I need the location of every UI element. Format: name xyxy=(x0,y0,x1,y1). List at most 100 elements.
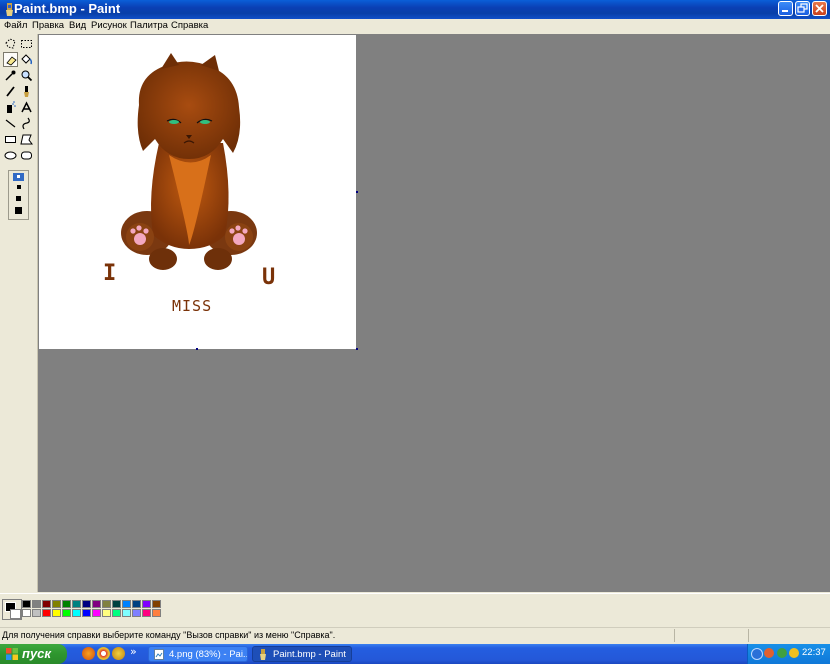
tray-network-icon[interactable] xyxy=(777,648,787,658)
status-bar: Для получения справки выберите команду "… xyxy=(0,627,830,644)
minimize-button[interactable] xyxy=(778,1,793,16)
text-icon xyxy=(21,101,32,113)
taskbar-button-paint[interactable]: Paint.bmp - Paint xyxy=(252,646,352,662)
chrome-icon[interactable] xyxy=(97,647,110,660)
tray-shield-icon[interactable] xyxy=(789,648,799,658)
menu-edit[interactable]: Правка xyxy=(32,19,64,33)
polygon-tool[interactable] xyxy=(19,132,34,147)
eraser-size-4[interactable] xyxy=(15,207,22,214)
eraser-size-3[interactable] xyxy=(16,196,21,201)
palette-swatch[interactable] xyxy=(32,609,41,617)
brush-tool[interactable] xyxy=(19,84,34,99)
palette-swatch[interactable] xyxy=(42,600,51,608)
menu-bar: Файл Правка Вид Рисунок Палитра Справка xyxy=(0,19,830,33)
palette-swatch[interactable] xyxy=(152,609,161,617)
ellipse-tool[interactable] xyxy=(3,148,18,163)
taskbar-button-png-label: 4.png (83%) - Pai... xyxy=(169,649,248,660)
pick-color-tool[interactable] xyxy=(3,68,18,83)
background-color[interactable] xyxy=(10,609,21,619)
close-button[interactable] xyxy=(812,1,827,16)
free-form-select-tool[interactable] xyxy=(3,36,18,51)
palette-swatch[interactable] xyxy=(112,609,121,617)
select-tool[interactable] xyxy=(19,36,34,51)
menu-colors[interactable]: Палитра xyxy=(130,19,168,33)
rounded-rectangle-icon xyxy=(21,151,32,160)
taskbar-button-png[interactable]: 4.png (83%) - Pai... xyxy=(148,646,248,662)
windows-logo-icon xyxy=(6,648,18,660)
ellipse-icon xyxy=(4,151,17,160)
palette-swatch[interactable] xyxy=(92,600,101,608)
tray-security-icon[interactable] xyxy=(764,648,774,658)
palette-swatch[interactable] xyxy=(52,600,61,608)
magnifier-icon xyxy=(21,70,33,82)
eraser-size-options xyxy=(8,170,29,220)
palette-swatch[interactable] xyxy=(142,600,151,608)
pencil-tool[interactable] xyxy=(3,84,18,99)
status-cell-size xyxy=(748,629,829,642)
maximize-button[interactable] xyxy=(795,1,810,16)
status-help-text: Для получения справки выберите команду "… xyxy=(2,630,336,640)
minimize-icon xyxy=(782,10,788,12)
canvas-text-i: I xyxy=(103,261,117,286)
palette-swatch[interactable] xyxy=(82,609,91,617)
rectangle-icon xyxy=(5,136,16,143)
eraser-size-1[interactable] xyxy=(13,173,24,181)
airbrush-tool[interactable] xyxy=(3,100,18,115)
palette-swatch[interactable] xyxy=(132,600,141,608)
eyedropper-icon xyxy=(5,70,16,81)
palette-swatch[interactable] xyxy=(112,600,121,608)
palette-swatch[interactable] xyxy=(62,609,71,617)
palette-swatch[interactable] xyxy=(122,609,131,617)
quicklaunch-icon[interactable] xyxy=(112,647,125,660)
canvas-resize-handle-bottom[interactable] xyxy=(196,348,198,350)
taskbar: пуск » 4.png (83%) - Pai... Paint.bmp - … xyxy=(0,644,830,664)
tray-back-icon[interactable] xyxy=(751,648,763,660)
palette-swatch[interactable] xyxy=(32,600,41,608)
palette-swatch[interactable] xyxy=(22,609,31,617)
canvas-resize-handle-right[interactable] xyxy=(356,191,358,193)
palette-swatch[interactable] xyxy=(102,600,111,608)
palette-swatch[interactable] xyxy=(122,600,131,608)
toolbox xyxy=(0,34,38,592)
palette-swatch[interactable] xyxy=(102,609,111,617)
quicklaunch-more-chevron[interactable]: » xyxy=(130,645,137,658)
palette-swatch[interactable] xyxy=(72,600,81,608)
palette-swatch[interactable] xyxy=(52,609,61,617)
airbrush-icon xyxy=(7,101,16,113)
image-file-icon xyxy=(154,649,164,660)
menu-image[interactable]: Рисунок xyxy=(91,19,127,33)
palette-swatch[interactable] xyxy=(42,609,51,617)
tray-clock: 22:37 xyxy=(802,647,826,658)
palette-swatch[interactable] xyxy=(142,609,151,617)
status-cell-coords xyxy=(674,629,749,642)
rounded-rectangle-tool[interactable] xyxy=(19,148,34,163)
palette-swatch[interactable] xyxy=(152,600,161,608)
palette-swatch[interactable] xyxy=(92,609,101,617)
menu-view[interactable]: Вид xyxy=(69,19,86,33)
magnifier-tool[interactable] xyxy=(19,68,34,83)
menu-file[interactable]: Файл xyxy=(4,19,27,33)
canvas-resize-handle-corner[interactable] xyxy=(356,348,358,350)
rectangle-tool[interactable] xyxy=(3,132,18,147)
palette-swatch[interactable] xyxy=(82,600,91,608)
menu-help[interactable]: Справка xyxy=(171,19,208,33)
fill-tool[interactable] xyxy=(19,52,34,67)
current-colors[interactable] xyxy=(2,599,22,620)
start-button[interactable]: пуск xyxy=(0,644,67,664)
palette-swatch[interactable] xyxy=(132,609,141,617)
drawing-canvas[interactable]: I U MISS xyxy=(39,35,356,349)
system-tray: 22:37 xyxy=(747,644,830,664)
close-icon xyxy=(815,4,824,13)
palette-swatch[interactable] xyxy=(72,609,81,617)
eraser-size-2[interactable] xyxy=(17,185,21,189)
line-tool[interactable] xyxy=(3,116,18,131)
curve-tool[interactable] xyxy=(19,116,34,131)
curve-icon xyxy=(22,117,30,130)
text-tool[interactable] xyxy=(19,100,34,115)
palette-swatch[interactable] xyxy=(22,600,31,608)
pencil-icon xyxy=(6,86,15,97)
eraser-tool[interactable] xyxy=(3,52,18,67)
palette-swatch[interactable] xyxy=(62,600,71,608)
firefox-icon[interactable] xyxy=(82,647,95,660)
title-bar: Paint.bmp - Paint xyxy=(0,0,830,19)
